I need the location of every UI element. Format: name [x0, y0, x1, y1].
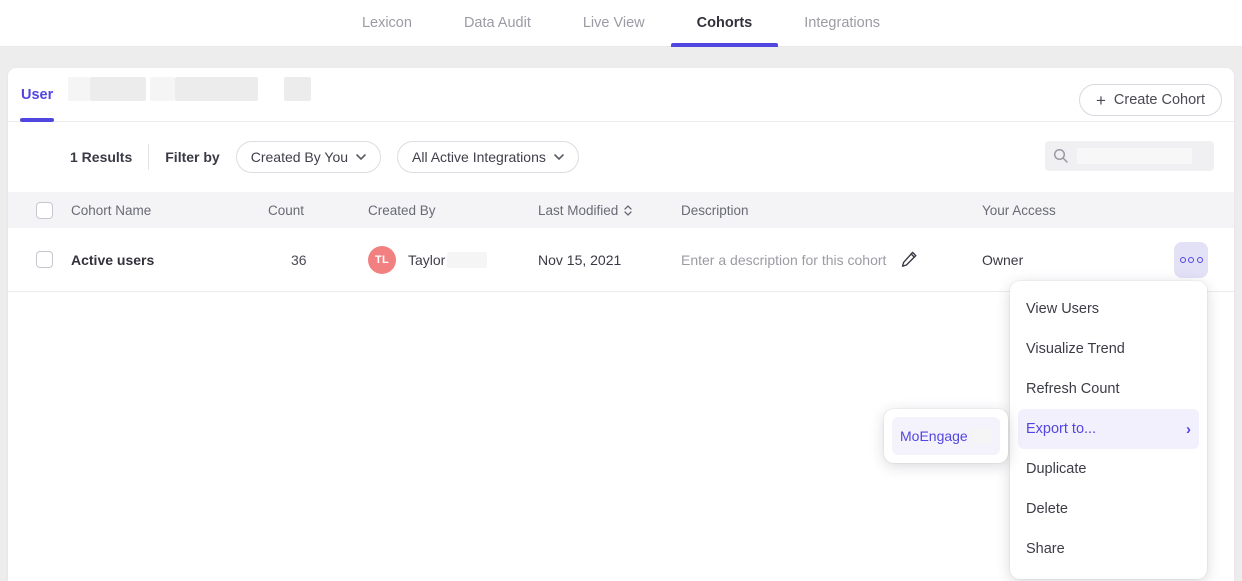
header-count[interactable]: Count — [268, 203, 368, 218]
header-description[interactable]: Description — [681, 203, 982, 218]
description-placeholder[interactable]: Enter a description for this cohort — [681, 252, 886, 268]
integrations-filter-value: All Active Integrations — [412, 149, 546, 165]
dot-icon — [1188, 257, 1194, 263]
search-icon — [1053, 148, 1069, 164]
row-actions-context-menu: View Users Visualize Trend Refresh Count… — [1010, 281, 1207, 579]
select-all-checkbox[interactable] — [36, 202, 53, 219]
header-cohort-name[interactable]: Cohort Name — [71, 203, 268, 218]
row-checkbox[interactable] — [36, 251, 53, 268]
tab-integrations[interactable]: Integrations — [802, 0, 882, 47]
menu-item-delete[interactable]: Delete — [1010, 489, 1207, 529]
redacted-block — [150, 77, 175, 101]
redacted-block — [972, 428, 992, 444]
redacted-block — [447, 252, 487, 268]
redacted-block — [90, 77, 146, 101]
redacted-block — [1077, 148, 1192, 164]
filter-by-label: Filter by — [165, 149, 219, 165]
search-input[interactable] — [1045, 141, 1214, 171]
cohorts-toolbar: 1 Results Filter by Created By You All A… — [8, 122, 1234, 192]
redacted-tabs — [68, 77, 311, 101]
menu-item-duplicate[interactable]: Duplicate — [1010, 449, 1207, 489]
sort-icon[interactable] — [624, 205, 632, 216]
tab-cohorts[interactable]: Cohorts — [695, 0, 755, 47]
tab-lexicon[interactable]: Lexicon — [360, 0, 414, 47]
integrations-filter-dropdown[interactable]: All Active Integrations — [397, 141, 579, 173]
redacted-block — [175, 77, 258, 101]
menu-item-visualize-trend[interactable]: Visualize Trend — [1010, 329, 1207, 369]
export-submenu: MoEngage — [884, 409, 1008, 463]
create-cohort-button[interactable]: + Create Cohort — [1079, 84, 1222, 116]
tab-user-cohorts[interactable]: User — [20, 68, 54, 122]
created-by-filter-dropdown[interactable]: Created By You — [236, 141, 381, 173]
divider — [148, 144, 149, 170]
menu-item-refresh-count[interactable]: Refresh Count — [1010, 369, 1207, 409]
create-cohort-label: Create Cohort — [1114, 92, 1205, 108]
cohort-type-tabs: User + Create Cohort — [8, 68, 1234, 122]
header-your-access[interactable]: Your Access — [982, 203, 1154, 218]
edit-pencil-icon[interactable] — [900, 250, 919, 269]
results-count: 1 Results — [70, 149, 132, 165]
chevron-down-icon — [356, 154, 366, 160]
menu-item-export-to[interactable]: Export to... › — [1018, 409, 1199, 449]
access-level: Owner — [982, 252, 1023, 268]
plus-icon: + — [1096, 92, 1106, 109]
last-modified-date: Nov 15, 2021 — [538, 252, 621, 268]
menu-item-share[interactable]: Share — [1010, 529, 1207, 569]
dot-icon — [1180, 257, 1186, 263]
chevron-right-icon: › — [1186, 421, 1191, 438]
dot-icon — [1197, 257, 1203, 263]
export-to-label: Export to... — [1026, 421, 1096, 437]
creator-first-name: Taylor — [408, 252, 445, 268]
chevron-down-icon — [554, 154, 564, 160]
moengage-label: MoEngage — [900, 428, 968, 444]
tab-live-view[interactable]: Live View — [581, 0, 647, 47]
row-actions-menu-button[interactable] — [1174, 242, 1208, 278]
header-last-modified[interactable]: Last Modified — [538, 203, 618, 218]
redacted-block — [284, 77, 311, 101]
cohort-name-link[interactable]: Active users — [71, 252, 154, 268]
menu-item-view-users[interactable]: View Users — [1010, 289, 1207, 329]
redacted-block — [68, 77, 90, 101]
tab-data-audit[interactable]: Data Audit — [462, 0, 533, 47]
created-by-filter-value: Created By You — [251, 149, 348, 165]
top-navigation: Lexicon Data Audit Live View Cohorts Int… — [0, 0, 1242, 47]
avatar: TL — [368, 246, 396, 274]
cohort-count: 36 — [268, 252, 307, 268]
submenu-item-moengage[interactable]: MoEngage — [892, 417, 1000, 455]
header-created-by[interactable]: Created By — [368, 203, 538, 218]
table-header-row: Cohort Name Count Created By Last Modifi… — [8, 192, 1234, 228]
created-by-cell: TL Taylor — [368, 246, 538, 274]
